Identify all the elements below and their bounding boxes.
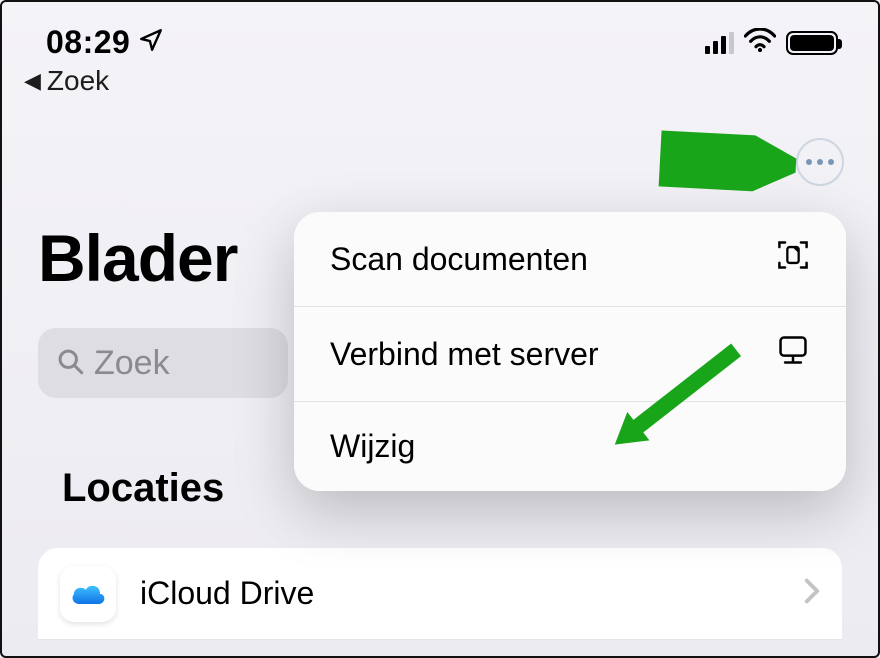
list-item[interactable]: iCloud Drive [38,548,842,640]
context-menu: Scan documenten Verbind met server Wijzi… [294,212,846,491]
more-dots-icon [806,159,812,165]
back-triangle-icon: ◀ [24,70,41,92]
cellular-icon [705,32,734,54]
status-time: 08:29 [46,24,130,61]
status-bar: 08:29 [2,2,878,63]
battery-icon [786,31,838,55]
location-icon [138,24,164,61]
menu-item-label: Verbind met server [330,336,599,373]
menu-item-edit[interactable]: Wijzig [294,402,846,491]
icloud-icon [60,566,116,622]
search-field[interactable] [38,328,288,398]
section-title: Locaties [62,466,224,511]
annotation-arrow-icon [659,130,798,193]
search-icon [56,347,84,380]
search-input[interactable] [94,344,270,383]
back-button[interactable]: ◀ Zoek [2,63,878,97]
more-button[interactable] [796,138,844,186]
chevron-right-icon [804,578,820,609]
menu-item-label: Scan documenten [330,241,588,278]
server-icon [776,333,810,375]
page-title: Blader [38,220,237,296]
menu-item-label: Wijzig [330,428,415,465]
status-time-group: 08:29 [46,24,164,61]
back-label: Zoek [47,65,109,97]
menu-item-scan[interactable]: Scan documenten [294,212,846,307]
status-right [705,28,838,57]
locations-list: iCloud Drive [38,548,842,640]
wifi-icon [744,28,776,57]
menu-item-connect-server[interactable]: Verbind met server [294,307,846,402]
list-item-label: iCloud Drive [140,575,780,612]
scan-document-icon [776,238,810,280]
